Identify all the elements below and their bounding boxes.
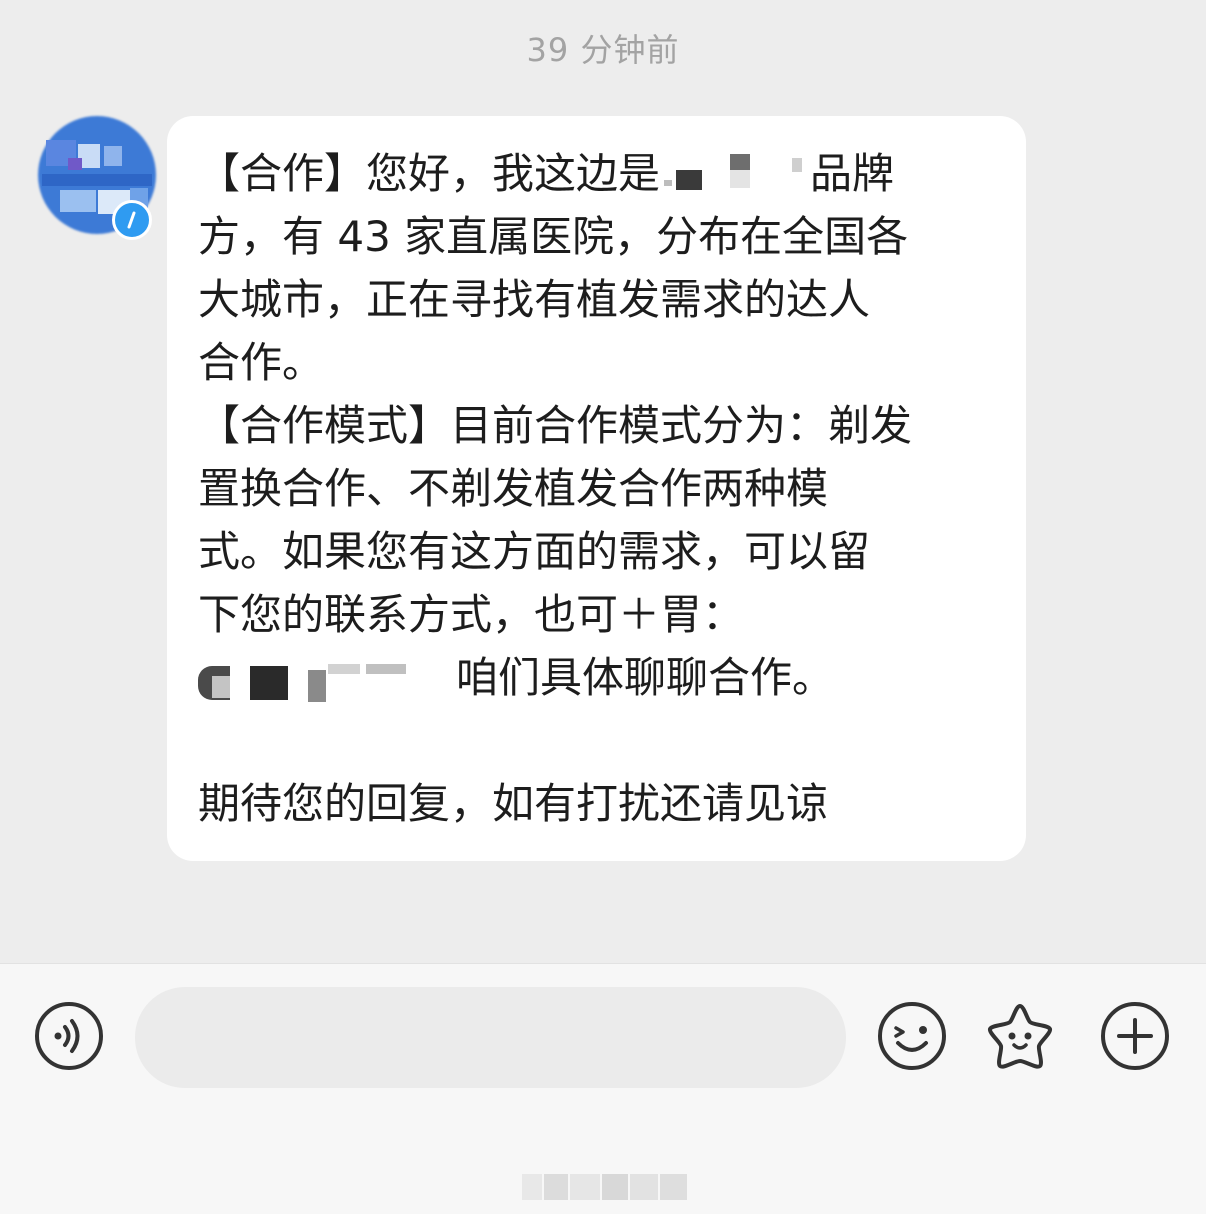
message-line: 下您的联系方式，也可＋胃： xyxy=(198,590,745,639)
sticker-button[interactable] xyxy=(985,1001,1055,1071)
emoji-button[interactable] xyxy=(877,1001,947,1071)
message-line: 置换合作、不剃发植发合作两种模 xyxy=(198,464,829,513)
message-line: 大城市，正在寻找有植发需求的达人 xyxy=(198,275,871,324)
message-text: 品牌 xyxy=(810,149,895,198)
emoji-icon xyxy=(878,1002,946,1070)
message-text-input[interactable] xyxy=(135,987,846,1088)
verified-badge-icon xyxy=(112,200,152,240)
message-text: 【合作】您好，我这边是 xyxy=(198,149,661,198)
message-line: 合作。 xyxy=(198,338,325,387)
sticker-icon xyxy=(988,1004,1052,1069)
plus-icon xyxy=(1101,1002,1169,1070)
home-indicator xyxy=(522,1174,687,1200)
redacted-contact-id xyxy=(198,656,456,706)
more-options-button[interactable] xyxy=(1100,1001,1170,1071)
message-line: 【合作模式】目前合作模式分为：剃发 xyxy=(198,401,913,450)
message-text: 咱们具体聊聊合作。 xyxy=(456,653,835,702)
message-line: 式。如果您有这方面的需求，可以留 xyxy=(198,527,871,576)
message-timestamp: 39 分钟前 xyxy=(526,31,680,69)
message-line: 【合作】您好，我这边是 品牌 xyxy=(198,142,996,205)
redacted-brand-name xyxy=(660,152,810,202)
message-line: 期待您的回复，如有打扰还请见谅 xyxy=(198,779,829,828)
message-line: 方，有 43 家直属医院，分布在全国各 xyxy=(198,212,909,261)
message-line: 咱们具体聊聊合作。 xyxy=(198,646,996,709)
message-input-bar xyxy=(0,963,1206,1214)
message-bubble[interactable]: 【合作】您好，我这边是 品牌 方，有 43 家直属医院，分布在全国各 大城市，正在… xyxy=(167,116,1026,861)
voice-input-icon xyxy=(35,1002,103,1070)
chat-area[interactable]: 39 分钟前 【合作】您好，我这边是 品牌 方，有 43 家直属医院，分布在全国各… xyxy=(0,0,1206,963)
voice-input-button[interactable] xyxy=(34,1001,104,1071)
message-line xyxy=(198,709,996,772)
